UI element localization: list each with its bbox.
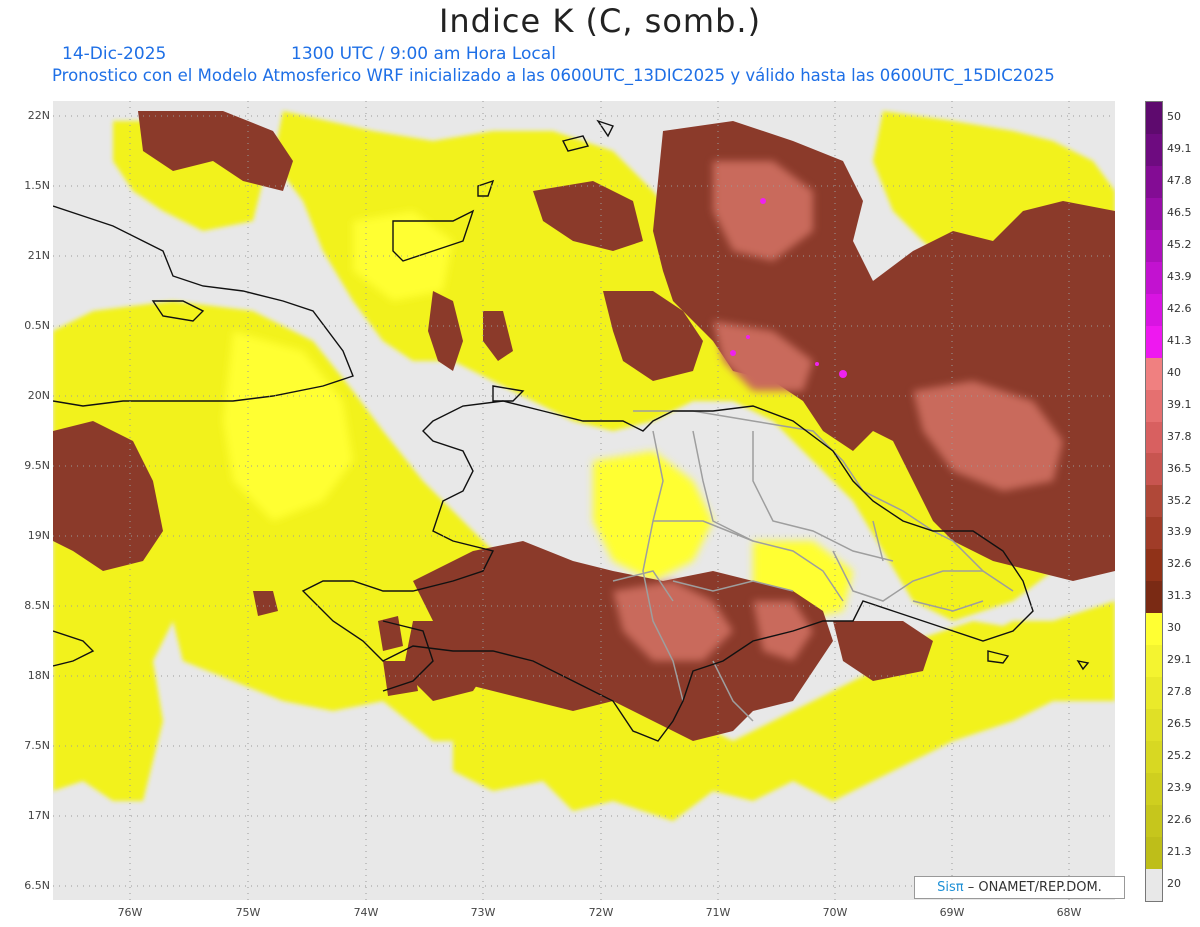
lat-label: 21N — [27, 249, 50, 262]
colorbar-label: 26.5 — [1167, 717, 1192, 731]
colorbar — [1145, 101, 1163, 902]
colorbar-label: 29.1 — [1167, 653, 1192, 667]
colorbar-swatch — [1146, 165, 1162, 198]
lat-label: 19N — [27, 529, 50, 542]
colorbar-swatch — [1146, 389, 1162, 422]
lon-label: 69W — [939, 906, 965, 919]
colorbar-swatch — [1146, 613, 1162, 646]
colorbar-swatch — [1146, 773, 1162, 805]
colorbar-label: 45.2 — [1167, 237, 1192, 251]
colorbar-swatch — [1146, 325, 1162, 358]
colorbar-label: 43.9 — [1167, 269, 1192, 283]
colorbar-swatch — [1146, 709, 1162, 742]
colorbar-swatch — [1146, 581, 1162, 614]
colorbar-label: 33.9 — [1167, 525, 1192, 539]
colorbar-swatch — [1146, 453, 1162, 486]
colorbar-swatch — [1146, 261, 1162, 294]
colorbar-label: 37.8 — [1167, 429, 1192, 443]
lat-label: 9.5N — [24, 459, 50, 472]
colorbar-swatch — [1146, 293, 1162, 326]
map-panel — [53, 101, 1115, 900]
colorbar-label: 47.8 — [1167, 173, 1192, 187]
colorbar-swatch — [1146, 836, 1162, 869]
colorbar-swatch — [1146, 517, 1162, 550]
colorbar-swatch — [1146, 133, 1162, 166]
colorbar-swatch — [1146, 421, 1162, 454]
colorbar-label: 22.6 — [1167, 813, 1192, 827]
forecast-time: 1300 UTC / 9:00 am Hora Local — [291, 44, 556, 64]
colorbar-label: 25.2 — [1167, 749, 1192, 763]
colorbar-swatch — [1146, 741, 1162, 774]
colorbar-label: 31.3 — [1167, 589, 1192, 603]
lat-label: 1.5N — [24, 179, 50, 192]
colorbar-label: 50 — [1167, 109, 1181, 123]
colorbar-swatch — [1146, 677, 1162, 710]
lon-label: 71W — [705, 906, 731, 919]
colorbar-label: 20 — [1167, 877, 1181, 891]
credit-box: Sisπ – ONAMET/REP.DOM. — [914, 876, 1125, 899]
colorbar-swatch — [1146, 357, 1162, 390]
lon-label: 72W — [588, 906, 614, 919]
colorbar-label: 27.8 — [1167, 685, 1192, 699]
colorbar-swatch — [1146, 868, 1162, 901]
lon-label: 76W — [117, 906, 143, 919]
colorbar-swatch — [1146, 645, 1162, 678]
colorbar-label: 30 — [1167, 621, 1181, 635]
lat-label: 17N — [27, 809, 50, 822]
sispi-logo: Sisπ — [937, 880, 964, 895]
forecast-date: 14-Dic-2025 — [62, 44, 167, 64]
colorbar-swatch — [1146, 197, 1162, 230]
colorbar-swatch — [1146, 804, 1162, 837]
colorbar-label: 40 — [1167, 365, 1181, 379]
lat-label: 0.5N — [24, 319, 50, 332]
lon-label: 70W — [822, 906, 848, 919]
colorbar-label: 36.5 — [1167, 461, 1192, 475]
k-index-map — [53, 101, 1115, 900]
lon-label: 73W — [470, 906, 496, 919]
colorbar-swatch — [1146, 485, 1162, 518]
colorbar-label: 32.6 — [1167, 557, 1192, 571]
colorbar-label: 46.5 — [1167, 205, 1192, 219]
colorbar-label: 23.9 — [1167, 781, 1192, 795]
colorbar-label: 42.6 — [1167, 301, 1192, 315]
lon-label: 74W — [353, 906, 379, 919]
colorbar-label: 41.3 — [1167, 333, 1192, 347]
colorbar-label: 39.1 — [1167, 397, 1192, 411]
lat-label: 20N — [27, 389, 50, 402]
colorbar-label: 21.3 — [1167, 845, 1192, 859]
lon-label: 75W — [235, 906, 261, 919]
chart-title: Indice K (C, somb.) — [438, 2, 762, 40]
colorbar-label: 49.1 — [1167, 141, 1192, 155]
lon-label: 68W — [1056, 906, 1082, 919]
colorbar-swatch — [1146, 102, 1162, 134]
colorbar-swatch — [1146, 549, 1162, 582]
lat-label: 6.5N — [24, 879, 50, 892]
model-info: Pronostico con el Modelo Atmosferico WRF… — [52, 66, 1055, 85]
lat-label: 18N — [27, 669, 50, 682]
credit-text: – ONAMET/REP.DOM. — [967, 880, 1102, 895]
lat-label: 22N — [27, 109, 50, 122]
lat-label: 8.5N — [24, 599, 50, 612]
colorbar-swatch — [1146, 229, 1162, 262]
lat-label: 7.5N — [24, 739, 50, 752]
colorbar-label: 35.2 — [1167, 493, 1192, 507]
